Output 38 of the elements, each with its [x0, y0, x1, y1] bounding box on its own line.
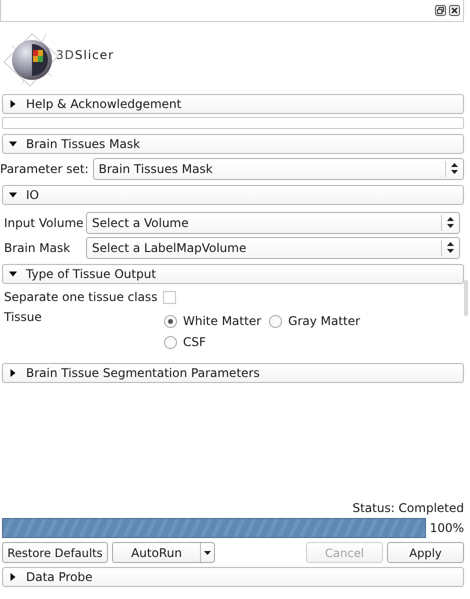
scrollbar[interactable] — [464, 280, 468, 316]
checkbox-label: Separate one tissue class — [4, 290, 158, 304]
volume-dropdown[interactable]: Select a LabelMapVolume — [86, 236, 460, 258]
push-button[interactable]: Restore Defaults — [2, 542, 108, 563]
expand-arrow-icon — [9, 100, 17, 108]
field-label: Tissue — [4, 310, 43, 324]
dropdown-button[interactable] — [200, 543, 214, 562]
run-button[interactable]: AutoRun — [113, 543, 200, 562]
spinner-arrows-icon — [451, 163, 458, 174]
checkbox[interactable] — [163, 290, 176, 304]
section-header[interactable]: Brain Tissue Segmentation Parameters — [2, 363, 464, 383]
close-icon[interactable] — [449, 5, 460, 16]
section-header[interactable]: IO — [2, 185, 464, 205]
radio-option[interactable]: CSF — [164, 335, 262, 349]
status-text: Status: Completed — [352, 501, 464, 515]
push-button[interactable]: Apply — [387, 542, 464, 563]
collapse-arrow-icon — [9, 191, 17, 199]
field-label: Brain Mask — [4, 240, 72, 254]
radio-option[interactable]: Gray Matter — [269, 314, 360, 328]
section-header[interactable]: Data Probe — [2, 567, 464, 587]
caret-icon — [204, 550, 211, 554]
expand-arrow-icon — [9, 369, 17, 377]
parameter-set-dropdown[interactable]: Brain Tissues Mask — [92, 158, 464, 180]
volume-dropdown[interactable]: Select a Volume — [86, 212, 460, 234]
section-header[interactable]: Help & Acknowledgement — [2, 94, 464, 114]
section-header[interactable]: Brain Tissues Mask — [2, 134, 464, 154]
logo-text: 3DSlicer — [56, 48, 114, 62]
progress-reading: 100% — [430, 521, 464, 535]
spinner-arrows-icon — [447, 242, 454, 253]
float-icon[interactable] — [435, 5, 446, 16]
section-header[interactable]: Type of Tissue Output — [2, 264, 464, 284]
field-label: Input Volume — [4, 216, 85, 230]
field-label: Parameter set: — [0, 162, 89, 176]
collapse-arrow-icon — [9, 140, 17, 148]
collapse-arrow-icon — [9, 270, 17, 278]
spinner-arrows-icon — [447, 217, 454, 228]
expand-arrow-icon — [9, 573, 17, 581]
radio-option[interactable]: White Matter — [164, 314, 262, 328]
